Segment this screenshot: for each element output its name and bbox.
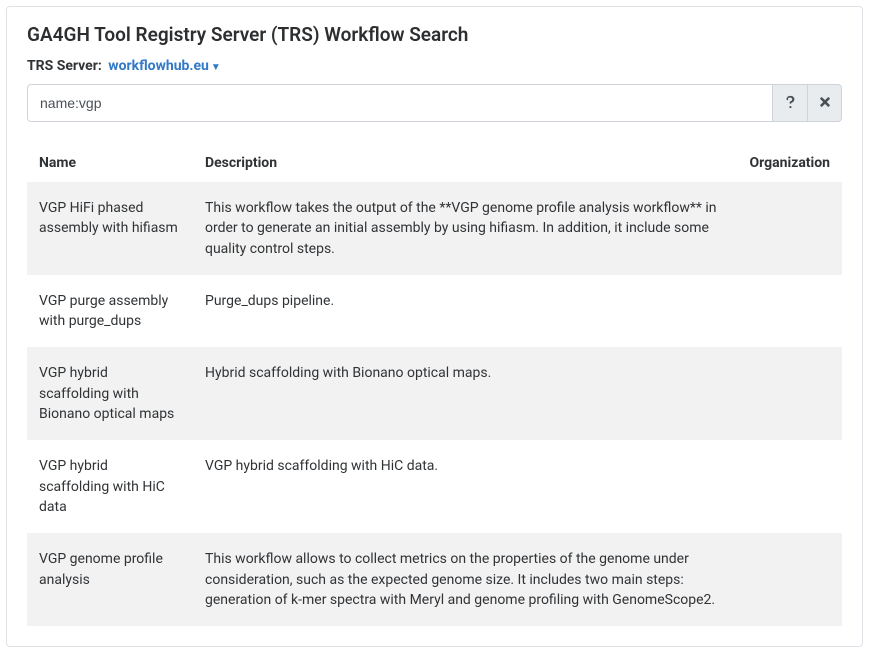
server-dropdown[interactable]: workflowhub.eu▼ bbox=[108, 58, 220, 74]
cell-description: VGP hybrid scaffolding with HiC data. bbox=[193, 440, 738, 533]
results-table: Name Description Organization VGP HiFi p… bbox=[27, 144, 842, 626]
cell-description: Hybrid scaffolding with Bionano optical … bbox=[193, 347, 738, 440]
server-link-text: workflowhub.eu bbox=[108, 58, 209, 74]
question-icon bbox=[783, 95, 797, 112]
cell-name: VGP genome profile analysis bbox=[27, 533, 193, 626]
table-row[interactable]: VGP hybrid scaffolding with HiC dataVGP … bbox=[27, 440, 842, 533]
table-row[interactable]: VGP genome profile analysisThis workflow… bbox=[27, 533, 842, 626]
help-button[interactable] bbox=[772, 84, 807, 122]
server-row: TRS Server: workflowhub.eu▼ bbox=[27, 58, 842, 74]
table-header-row: Name Description Organization bbox=[27, 144, 842, 182]
cell-organization bbox=[738, 533, 843, 626]
cell-organization bbox=[738, 347, 843, 440]
page-title: GA4GH Tool Registry Server (TRS) Workflo… bbox=[27, 23, 842, 46]
cell-name: VGP hybrid scaffolding with Bionano opti… bbox=[27, 347, 193, 440]
cell-name: VGP HiFi phased assembly with hifiasm bbox=[27, 182, 193, 275]
close-icon bbox=[818, 95, 832, 112]
cell-organization bbox=[738, 440, 843, 533]
col-description: Description bbox=[193, 144, 738, 182]
clear-button[interactable] bbox=[807, 84, 842, 122]
cell-description: This workflow allows to collect metrics … bbox=[193, 533, 738, 626]
cell-description: This workflow takes the output of the **… bbox=[193, 182, 738, 275]
search-group bbox=[27, 84, 842, 122]
search-input[interactable] bbox=[27, 84, 772, 122]
cell-name: VGP purge assembly with purge_dups bbox=[27, 275, 193, 348]
caret-down-icon: ▼ bbox=[211, 62, 221, 73]
col-organization: Organization bbox=[738, 144, 843, 182]
cell-name: VGP hybrid scaffolding with HiC data bbox=[27, 440, 193, 533]
table-row[interactable]: VGP hybrid scaffolding with Bionano opti… bbox=[27, 347, 842, 440]
cell-description: Purge_dups pipeline. bbox=[193, 275, 738, 348]
table-row[interactable]: VGP purge assembly with purge_dupsPurge_… bbox=[27, 275, 842, 348]
col-name: Name bbox=[27, 144, 193, 182]
cell-organization bbox=[738, 182, 843, 275]
workflow-search-card: GA4GH Tool Registry Server (TRS) Workflo… bbox=[6, 6, 863, 647]
server-label: TRS Server: bbox=[27, 58, 102, 74]
table-row[interactable]: VGP HiFi phased assembly with hifiasmThi… bbox=[27, 182, 842, 275]
cell-organization bbox=[738, 275, 843, 348]
